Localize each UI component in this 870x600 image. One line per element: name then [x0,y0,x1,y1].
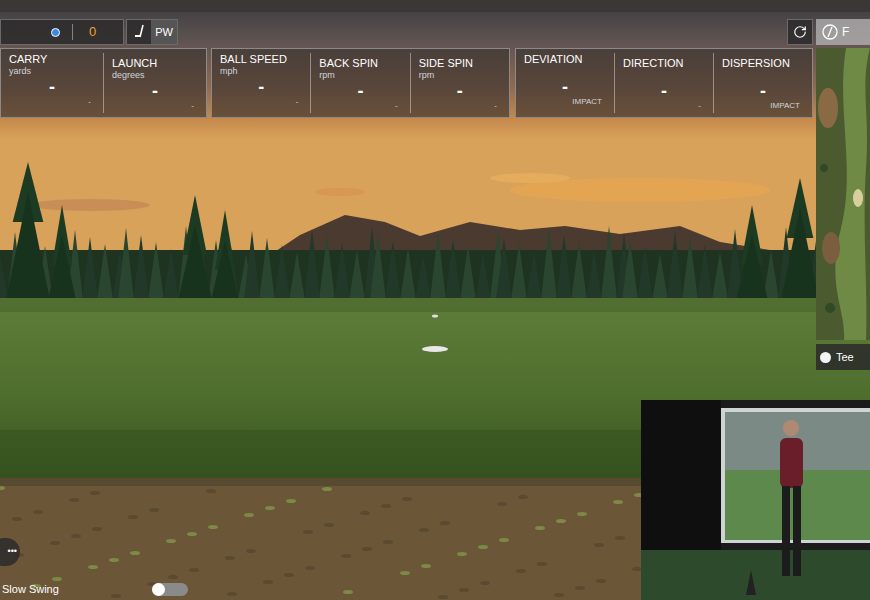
logo-icon [822,24,838,40]
stat-unit [524,66,606,77]
slow-swing-label: Slow Swing [0,581,59,598]
shot-count: 0 [89,22,96,42]
player-bar: 0 PW [0,19,178,45]
stat-value: - [419,81,501,101]
camera-feed [641,400,870,600]
stat-value: - [220,77,302,97]
logo-text: F [842,23,849,41]
stat-label: LAUNCH [112,57,198,70]
stat-cell: DISPERSION -IMPACT [713,53,812,113]
minimap-column: Tee [816,48,870,370]
stat-value: - [524,77,606,97]
golf-simulator: 0PWFCARRYyards--LAUNCHdegrees--BALL SPEE… [0,0,870,600]
stat-unit: rpm [319,70,401,81]
stat-foot: IMPACT [722,101,804,111]
stats-row: CARRYyards--LAUNCHdegrees--BALL SPEEDmph… [0,48,870,370]
top-strip [0,0,870,12]
stat-value: - [623,81,705,101]
blue-dot-icon [51,28,60,37]
tee-label: Tee [836,349,854,366]
stat-label: BACK SPIN [319,57,401,70]
stat-panel: DEVIATION-IMPACTDIRECTION--DISPERSION-IM… [515,48,813,118]
stat-foot: - [112,101,198,111]
stat-foot: - [419,101,501,111]
tee-marker[interactable]: Tee [816,344,870,370]
stat-cell: DEVIATION -IMPACT [516,49,614,117]
stat-label: CARRY [9,53,95,66]
stat-label: DIRECTION [623,57,705,70]
slow-swing-toggle[interactable] [152,583,188,596]
stat-panel: BALL SPEEDmph--BACK SPINrpm--SIDE SPINrp… [211,48,510,118]
stat-foot: - [319,101,401,111]
top-bar: 0 PW F [0,19,870,45]
player-indicator: 0 [0,19,124,45]
club-label: PW [151,20,177,44]
stat-cell: BACK SPINrpm-- [310,53,409,113]
hud: 0PWFCARRYyards--LAUNCHdegrees--BALL SPEE… [0,0,870,370]
refresh-icon [793,25,807,39]
toggle-knob [152,583,165,596]
slow-swing: Slow Swing [0,581,200,598]
reset-button[interactable] [787,19,813,45]
minimap[interactable] [816,48,870,340]
stat-foot: - [623,101,705,111]
stat-unit [722,70,804,81]
stat-label: DEVIATION [524,53,606,66]
stat-unit: degrees [112,70,198,81]
stat-foot: IMPACT [524,97,606,107]
stat-foot: - [220,97,302,107]
stat-value: - [319,81,401,101]
ball-icon [820,352,831,363]
stat-label: SIDE SPIN [419,57,501,70]
stat-unit [623,70,705,81]
stat-cell: DIRECTION -- [614,53,713,113]
stat-label: DISPERSION [722,57,804,70]
stat-value: - [722,81,804,101]
stat-label: BALL SPEED [220,53,302,66]
stat-cell: CARRYyards-- [1,49,103,117]
stat-value: - [9,77,95,97]
stat-cell: SIDE SPINrpm-- [410,53,509,113]
club-selector[interactable]: PW [126,19,178,45]
stat-unit: yards [9,66,95,77]
stat-cell: LAUNCHdegrees-- [103,53,206,113]
stat-unit: rpm [419,70,501,81]
logo: F [816,19,870,45]
stat-panel: CARRYyards--LAUNCHdegrees-- [0,48,207,118]
stat-value: - [112,81,198,101]
stat-cell: BALL SPEEDmph-- [212,49,310,117]
stat-foot: - [9,97,95,107]
top-right-controls: F [787,19,870,45]
stat-unit: mph [220,66,302,77]
golf-club-icon [132,24,148,40]
